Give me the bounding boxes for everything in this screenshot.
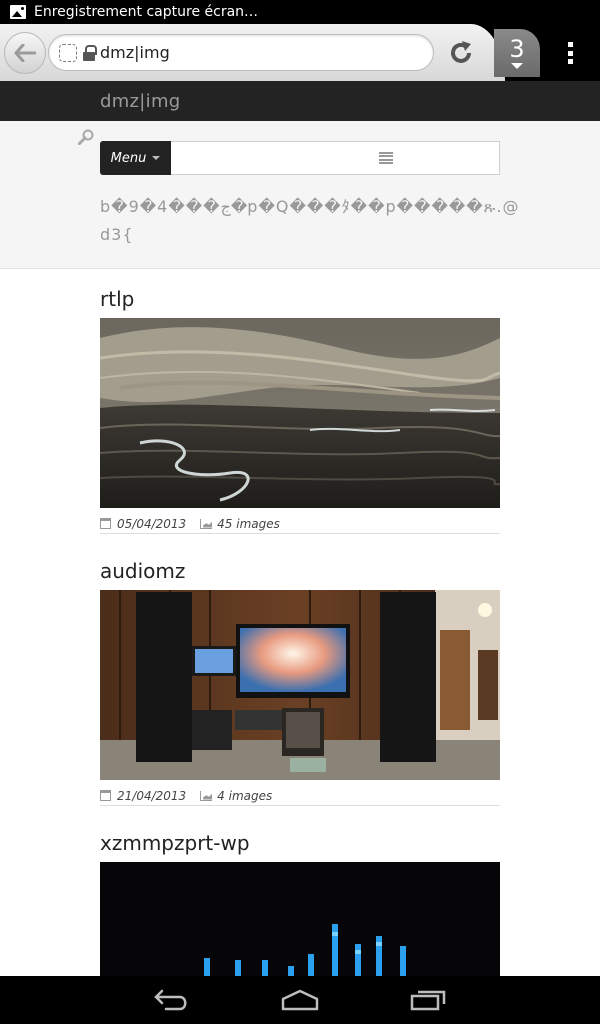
rocky-riverbed-image bbox=[100, 318, 500, 508]
nav-recents-icon bbox=[410, 990, 446, 1011]
gallery-date: 21/04/2013 bbox=[117, 788, 187, 803]
search-input[interactable] bbox=[171, 141, 500, 175]
url-text: dmz|img bbox=[100, 43, 170, 62]
menu-button-label: Menu bbox=[110, 150, 147, 166]
reload-button[interactable] bbox=[443, 36, 479, 70]
list-icon[interactable] bbox=[379, 151, 393, 165]
gallery-meta: 21/04/2013 4 images bbox=[100, 786, 500, 806]
screenshot-notification-icon bbox=[10, 5, 26, 19]
reload-icon bbox=[451, 41, 471, 63]
chart-icon bbox=[200, 790, 213, 801]
nav-recents-button[interactable] bbox=[408, 988, 448, 1012]
browser-toolbar: dmz|img 3 bbox=[0, 24, 600, 81]
back-arrow-icon bbox=[14, 44, 36, 62]
calendar-icon bbox=[100, 518, 111, 529]
site-header: dmz|img bbox=[0, 81, 600, 121]
site-description: b�9�4���ج�p�Q���ﾀ��p�����ጹ.@d3{ bbox=[100, 197, 520, 244]
tab-switcher-button[interactable]: 3 bbox=[494, 29, 540, 77]
status-bar: Enregistrement capture écran… bbox=[0, 0, 600, 24]
nav-back-button[interactable] bbox=[152, 988, 192, 1012]
nav-home-button[interactable] bbox=[280, 988, 320, 1012]
gallery-thumbnail[interactable] bbox=[100, 318, 500, 508]
gallery-date: 05/04/2013 bbox=[117, 516, 187, 531]
gallery-title[interactable]: rtlp bbox=[100, 287, 134, 311]
tab-caret-icon bbox=[511, 63, 523, 69]
gallery-meta: 05/04/2013 45 images bbox=[100, 514, 500, 534]
back-button[interactable] bbox=[4, 32, 46, 74]
overflow-menu-button[interactable] bbox=[560, 40, 580, 66]
overflow-menu-icon bbox=[567, 42, 573, 47]
gallery-count: 4 images bbox=[217, 788, 273, 803]
gallery-title[interactable]: audiomz bbox=[100, 559, 185, 583]
calendar-icon bbox=[100, 790, 111, 801]
tab-count: 3 bbox=[509, 35, 525, 63]
overflow-dot bbox=[567, 50, 573, 56]
chart-icon bbox=[200, 518, 213, 529]
menu-button[interactable]: Menu bbox=[100, 141, 171, 175]
search-area: Menu b�9�4���ج�p�Q���ﾀ��p�����ጹ.@d3{ bbox=[0, 121, 600, 269]
status-notification-text: Enregistrement capture écran… bbox=[34, 4, 259, 20]
gallery-thumbnail[interactable] bbox=[100, 862, 500, 976]
gallery-title[interactable]: xzmmpzprt-wp bbox=[100, 831, 250, 855]
lock-icon bbox=[83, 44, 97, 61]
basement-audio-room-image bbox=[100, 590, 500, 780]
address-bar[interactable]: dmz|img bbox=[48, 34, 434, 71]
gallery-thumbnail[interactable] bbox=[100, 590, 500, 780]
page-icon bbox=[59, 43, 77, 62]
search-icon bbox=[78, 129, 94, 145]
nav-back-icon bbox=[154, 989, 187, 1011]
caret-down-icon bbox=[152, 156, 161, 160]
site-title-link[interactable]: dmz|img bbox=[100, 91, 181, 112]
nav-home-icon bbox=[281, 989, 319, 1011]
overflow-dot bbox=[567, 59, 573, 64]
system-navigation-bar bbox=[0, 976, 600, 1024]
gallery-count: 45 images bbox=[217, 516, 280, 531]
blue-equalizer-image bbox=[100, 862, 500, 976]
